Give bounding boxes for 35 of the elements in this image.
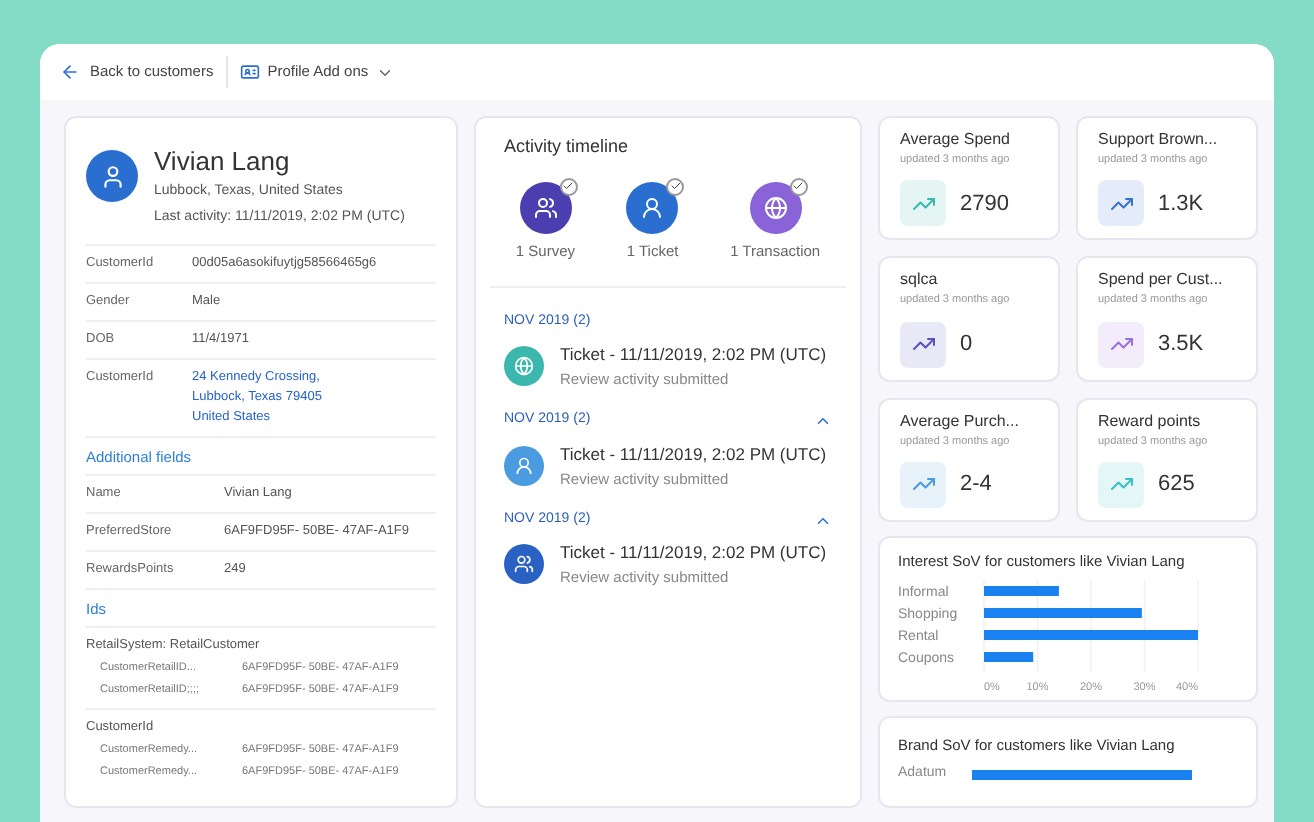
activity-title: Ticket - 11/11/2019, 2:02 PM (UTC)	[560, 342, 827, 368]
activity-type-badge[interactable]	[626, 181, 679, 233]
kpi-title: Average Purch...	[900, 409, 1021, 433]
trend-icon	[1109, 332, 1133, 356]
customer-name: Vivian Lang	[154, 146, 292, 178]
kpi-title: Spend per Cust...	[1098, 268, 1225, 293]
activity-icon	[514, 455, 534, 476]
card-title: Activity timeline	[502, 134, 631, 160]
kpi-title: Reward points	[1098, 409, 1203, 433]
activity-title: Ticket - 11/11/2019, 2:02 PM (UTC)	[560, 540, 827, 566]
activity-icon	[514, 554, 534, 575]
kpi-value: 2-4	[960, 470, 992, 500]
kpi-title: sqlca	[900, 268, 940, 293]
activity-title: Ticket - 11/11/2019, 2:02 PM (UTC)	[560, 441, 827, 467]
check-icon	[559, 177, 578, 195]
id-card-icon	[239, 62, 260, 82]
chevron-up-icon[interactable]	[814, 412, 832, 430]
trend-icon	[911, 332, 935, 356]
kpi-value: 1.3K	[1158, 189, 1204, 219]
kpi-value: 2790	[960, 189, 1009, 219]
activity-icon	[514, 356, 534, 377]
activity-type-icon	[763, 195, 788, 219]
check-icon	[666, 177, 685, 195]
kpi-value: 625	[1158, 470, 1195, 500]
activity-type-icon	[533, 195, 558, 219]
check-icon	[789, 177, 808, 195]
activity-type-badge[interactable]	[749, 181, 802, 233]
kpi-value: 0	[960, 329, 973, 360]
activity-type-badge[interactable]	[519, 181, 572, 233]
person-icon	[99, 163, 125, 189]
kpi-title: Average Spend	[900, 128, 1013, 152]
kpi-title: Support Brown...	[1098, 128, 1220, 152]
kpi-value: 3.5K	[1158, 329, 1204, 360]
back-arrow-icon	[60, 62, 80, 82]
activity-type-icon	[640, 195, 665, 219]
